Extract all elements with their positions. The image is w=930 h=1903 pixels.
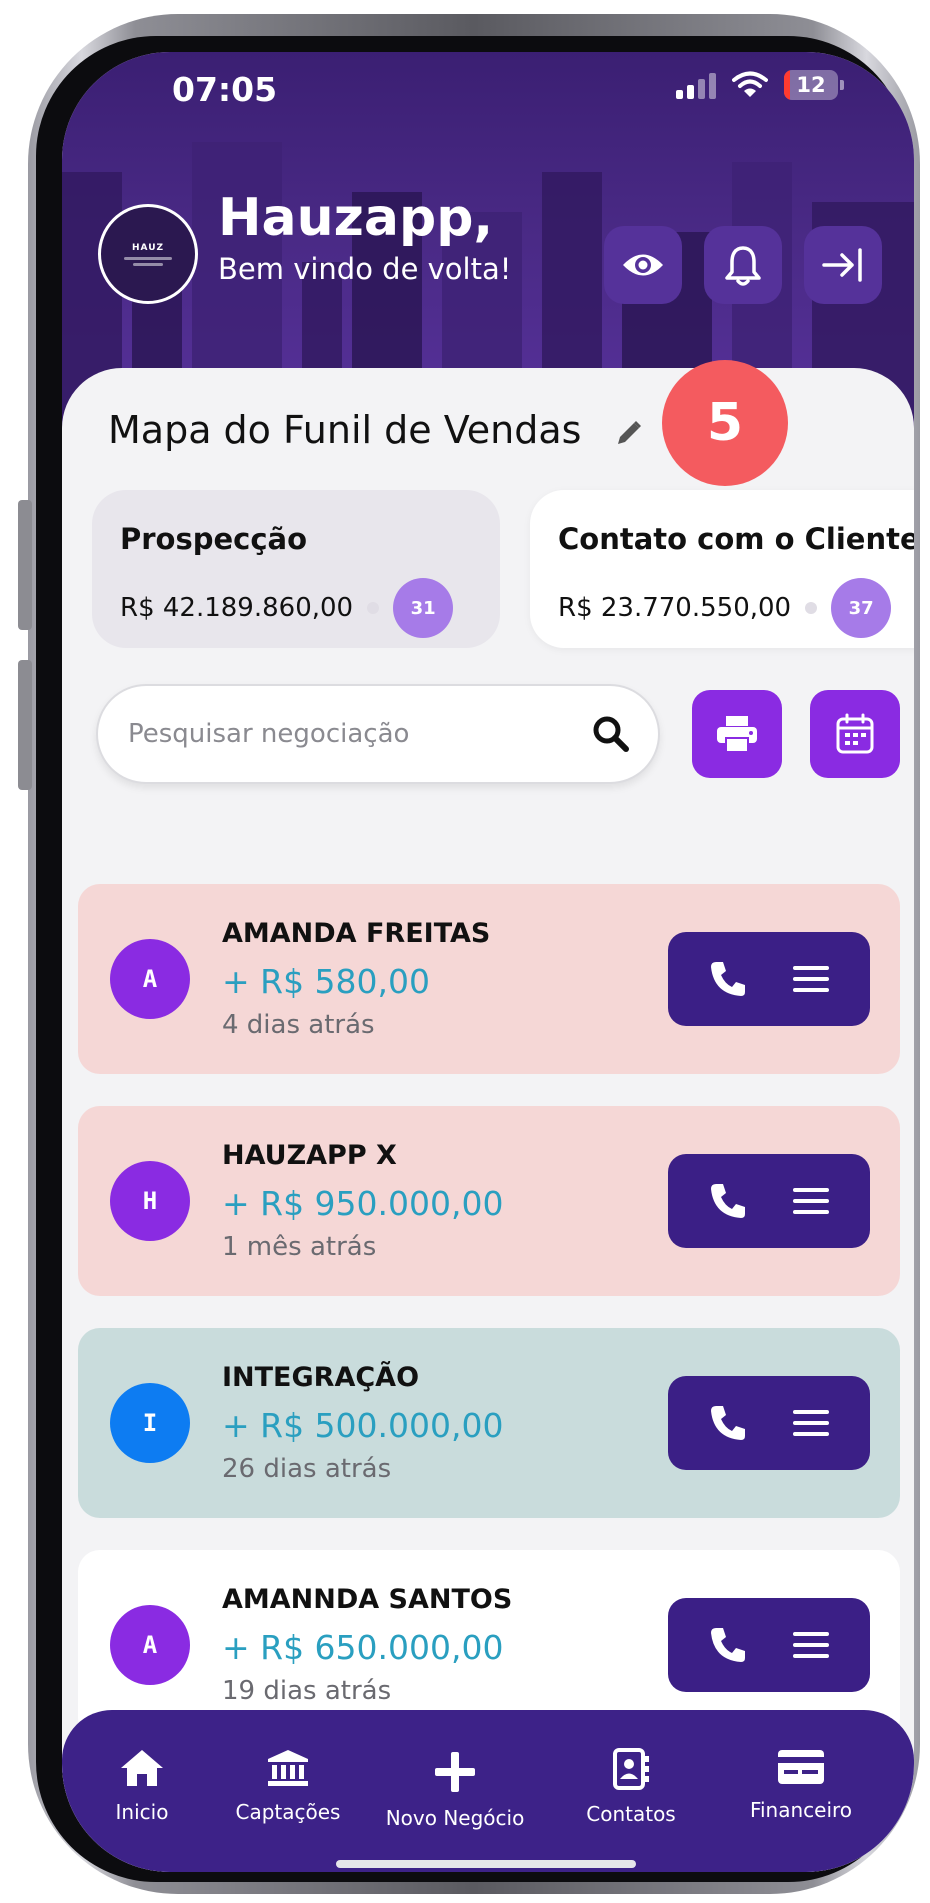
printer-icon bbox=[717, 716, 757, 753]
stage-card-prospection[interactable]: Prospecção R$ 42.189.860,00 31 bbox=[92, 490, 500, 648]
company-logo: HAUZ bbox=[98, 204, 198, 304]
phone-icon[interactable] bbox=[708, 1181, 748, 1221]
lead-card[interactable]: I INTEGRAÇÃO + R$ 500.000,00 26 dias atr… bbox=[78, 1328, 900, 1518]
toggle-visibility-button[interactable] bbox=[604, 226, 682, 304]
lead-time: 26 dias atrás bbox=[222, 1454, 392, 1484]
stage-count-badge: 37 bbox=[831, 578, 892, 638]
wifi-icon bbox=[732, 71, 768, 97]
nav-label: Novo Negócio bbox=[385, 1806, 525, 1830]
funnel-title: Mapa do Funil de Vendas bbox=[108, 408, 582, 452]
menu-icon[interactable] bbox=[791, 1630, 831, 1660]
lead-name: HAUZAPP X bbox=[222, 1140, 397, 1171]
phone-icon[interactable] bbox=[708, 1403, 748, 1443]
lead-value: + R$ 950.000,00 bbox=[222, 1184, 504, 1223]
search-icon[interactable] bbox=[592, 715, 630, 753]
home-icon bbox=[121, 1750, 163, 1786]
lead-time: 4 dias atrás bbox=[222, 1010, 375, 1040]
stage-value: R$ 23.770.550,00 bbox=[558, 593, 792, 623]
nav-item-new-deal[interactable]: Novo Negócio bbox=[380, 1750, 530, 1830]
lead-value: + R$ 500.000,00 bbox=[222, 1406, 504, 1445]
stage-value: R$ 42.189.860,00 bbox=[120, 593, 354, 623]
home-indicator[interactable] bbox=[336, 1860, 636, 1868]
status-time: 07:05 bbox=[172, 70, 278, 109]
avatar: A bbox=[110, 1605, 190, 1685]
content-sheet: Mapa do Funil de Vendas 5 Prospecção R$ … bbox=[62, 360, 914, 1872]
battery-level bbox=[784, 70, 791, 100]
avatar: I bbox=[110, 1383, 190, 1463]
bank-icon bbox=[268, 1750, 308, 1786]
stage-count-badge: 31 bbox=[393, 578, 454, 638]
nav-item-home[interactable]: Inicio bbox=[67, 1748, 217, 1824]
nav-label: Inicio bbox=[115, 1800, 169, 1824]
nav-item-contacts[interactable]: Contatos bbox=[556, 1748, 706, 1826]
stage-dot bbox=[805, 602, 818, 614]
phone-icon[interactable] bbox=[708, 959, 748, 999]
avatar: A bbox=[110, 939, 190, 1019]
volume-down-button bbox=[18, 660, 32, 790]
calendar-button[interactable] bbox=[810, 690, 900, 778]
nav-label: Financeiro bbox=[749, 1798, 853, 1822]
stage-name: Prospecção bbox=[120, 522, 308, 556]
bottom-nav: Inicio Captações Novo Negócio Contatos F… bbox=[62, 1710, 914, 1872]
stage-name: Contato com o Cliente bbox=[558, 522, 914, 556]
lead-actions bbox=[668, 1376, 870, 1470]
logout-icon bbox=[822, 248, 862, 282]
status-icons: 12 bbox=[676, 70, 844, 100]
bell-icon bbox=[725, 246, 761, 286]
lead-actions bbox=[668, 932, 870, 1026]
notifications-button[interactable] bbox=[704, 226, 782, 304]
lead-name: INTEGRAÇÃO bbox=[222, 1362, 420, 1393]
contacts-icon bbox=[613, 1748, 649, 1790]
battery-icon: 12 bbox=[784, 70, 844, 100]
menu-icon[interactable] bbox=[791, 1186, 831, 1216]
stage-card-client-contact[interactable]: Contato com o Cliente R$ 23.770.550,00 3… bbox=[530, 490, 914, 648]
signal-icon bbox=[676, 71, 716, 99]
pencil-icon[interactable] bbox=[614, 418, 644, 448]
volume-up-button bbox=[18, 500, 32, 630]
app-screen: 07:05 12 HAUZ Hauzapp, Bem vindo de volt… bbox=[62, 52, 914, 1872]
lead-card[interactable]: H HAUZAPP X + R$ 950.000,00 1 mês atrás bbox=[78, 1106, 900, 1296]
print-button[interactable] bbox=[692, 690, 782, 778]
greeting-subtitle: Bem vindo de volta! bbox=[218, 252, 512, 286]
avatar: H bbox=[110, 1161, 190, 1241]
lead-actions bbox=[668, 1154, 870, 1248]
nav-label: Captações bbox=[235, 1800, 341, 1824]
lead-name: AMANNDA SANTOS bbox=[222, 1584, 513, 1615]
nav-item-financial[interactable]: Financeiro bbox=[726, 1748, 876, 1822]
nav-item-captations[interactable]: Captações bbox=[213, 1748, 363, 1824]
logo-text: HAUZ bbox=[131, 242, 165, 253]
nav-label: Contatos bbox=[586, 1802, 676, 1826]
lead-value: + R$ 580,00 bbox=[222, 962, 431, 1001]
search-bar bbox=[96, 684, 660, 784]
menu-icon[interactable] bbox=[791, 1408, 831, 1438]
lead-time: 19 dias atrás bbox=[222, 1676, 392, 1706]
step-badge: 5 bbox=[662, 360, 788, 486]
greeting-title: Hauzapp, bbox=[218, 188, 494, 248]
plus-icon bbox=[435, 1752, 475, 1792]
lead-actions bbox=[668, 1598, 870, 1692]
lead-card[interactable]: A AMANDA FREITAS + R$ 580,00 4 dias atrá… bbox=[78, 884, 900, 1074]
card-icon bbox=[778, 1750, 824, 1784]
phone-icon[interactable] bbox=[708, 1625, 748, 1665]
stage-dot bbox=[367, 602, 380, 614]
search-input[interactable] bbox=[128, 719, 592, 749]
eye-icon bbox=[623, 254, 663, 276]
lead-value: + R$ 650.000,00 bbox=[222, 1628, 504, 1667]
battery-percent: 12 bbox=[796, 73, 826, 97]
logout-button[interactable] bbox=[804, 226, 882, 304]
calendar-icon bbox=[836, 713, 874, 754]
lead-name: AMANDA FREITAS bbox=[222, 918, 491, 949]
lead-time: 1 mês atrás bbox=[222, 1232, 377, 1262]
menu-icon[interactable] bbox=[791, 964, 831, 994]
